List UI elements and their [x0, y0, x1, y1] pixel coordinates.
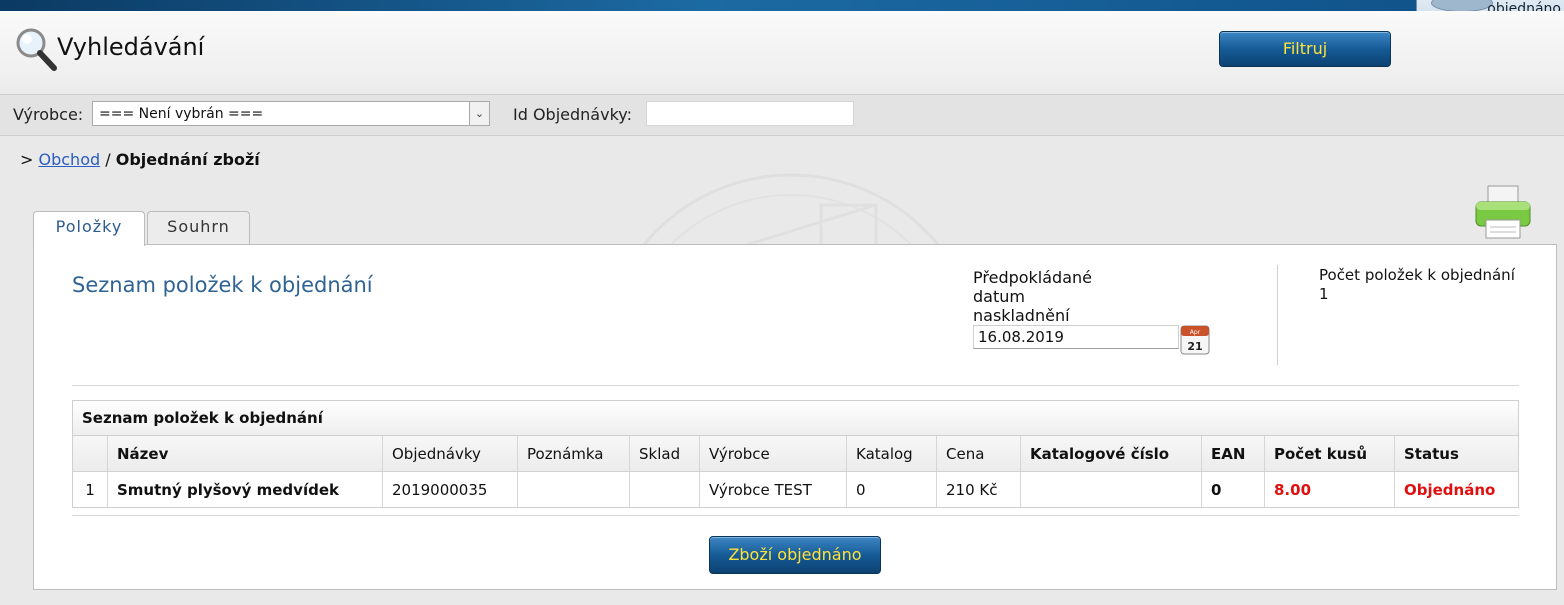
column-header-catalog-number[interactable]: Katalogové číslo [1020, 436, 1202, 472]
table-header-row: Název Objednávky Poznámka Sklad Výrobce … [73, 436, 1518, 472]
breadcrumb: > Obchod / Objednání zboží [20, 150, 260, 169]
breadcrumb-link-shop[interactable]: Obchod [39, 150, 101, 169]
filter-button[interactable]: Filtruj [1219, 31, 1391, 67]
column-header-ean[interactable]: EAN [1201, 436, 1265, 472]
cell-note [517, 471, 630, 507]
cell-name: Smutný plyšový medvídek [107, 471, 383, 507]
divider [72, 515, 1519, 516]
divider [72, 385, 1519, 386]
cell-status: Objednáno [1404, 480, 1496, 499]
cell-catalog-number [1020, 471, 1202, 507]
calendar-icon[interactable]: Apr 21 [1180, 325, 1210, 355]
expected-date-label-line: naskladnění [973, 306, 1070, 325]
cell-index: 1 [73, 471, 108, 507]
grid-caption: Seznam položek k objednání [73, 401, 1518, 436]
order-id-label: Id Objednávky: [513, 105, 632, 124]
breadcrumb-separator: / [105, 150, 111, 169]
column-header-note[interactable]: Poznámka [517, 436, 630, 472]
cell-price: 210 Kč [936, 471, 1021, 507]
items-table: Název Objednávky Poznámka Sklad Výrobce … [73, 436, 1518, 507]
vertical-divider [1277, 265, 1278, 365]
cell-ean: 0 [1201, 471, 1265, 507]
manufacturer-select-value: === Není vybrán === [99, 106, 264, 122]
order-id-input[interactable] [646, 101, 854, 126]
table-row[interactable]: 1 Smutný plyšový medvídek 2019000035 Výr… [73, 471, 1518, 507]
chevron-down-icon[interactable]: ⌄ [469, 102, 489, 125]
goods-ordered-button[interactable]: Zboží objednáno [709, 536, 881, 574]
item-count-value: 1 [1319, 285, 1329, 303]
tab-summary[interactable]: Souhrn [147, 211, 250, 245]
search-header: Vyhledávání Filtruj [0, 11, 1564, 93]
column-header-orders[interactable]: Objednávky [382, 436, 518, 472]
cell-catalog: 0 [846, 471, 937, 507]
printer-icon[interactable] [1474, 184, 1532, 240]
calendar-day: 21 [1187, 340, 1202, 353]
column-header-price[interactable]: Cena [936, 436, 1021, 472]
column-header-manufacturer[interactable]: Výrobce [699, 436, 847, 472]
manufacturer-label: Výrobce: [13, 105, 84, 124]
expected-date-label-line: Předpokládané [973, 268, 1092, 287]
column-header-quantity[interactable]: Počet kusů [1264, 436, 1395, 472]
column-header-name[interactable]: Název [107, 436, 383, 472]
search-title: Vyhledávání [57, 33, 205, 61]
column-header-status[interactable]: Status [1394, 436, 1518, 472]
expected-date-label-line: datum [973, 287, 1025, 306]
calendar-month: Apr [1190, 329, 1201, 336]
items-grid: Seznam položek k objednání Název Objedná… [72, 400, 1519, 508]
breadcrumb-prefix: > [20, 150, 34, 169]
expected-date-input[interactable]: 16.08.2019 [973, 325, 1179, 349]
expected-date-label: Předpokládané datum naskladnění [973, 268, 1123, 325]
cell-quantity: 8.00 [1264, 471, 1395, 507]
column-header-catalog[interactable]: Katalog [846, 436, 937, 472]
cell-stock [629, 471, 700, 507]
cell-manufacturer: Výrobce TEST [699, 471, 847, 507]
items-panel: Seznam položek k objednání Předpokládané… [33, 244, 1557, 590]
item-count-label: Počet položek k objednání [1319, 266, 1515, 284]
tab-items[interactable]: Položky [33, 211, 145, 246]
breadcrumb-current: Objednání zboží [115, 150, 260, 169]
panel-title: Seznam položek k objednání [72, 273, 373, 297]
manufacturer-select[interactable]: === Není vybrán === ⌄ [92, 101, 490, 126]
column-header-index [73, 436, 108, 472]
column-header-stock[interactable]: Sklad [629, 436, 700, 472]
cell-orders: 2019000035 [382, 471, 518, 507]
magnifier-icon [16, 28, 57, 71]
top-bar [0, 0, 1564, 11]
